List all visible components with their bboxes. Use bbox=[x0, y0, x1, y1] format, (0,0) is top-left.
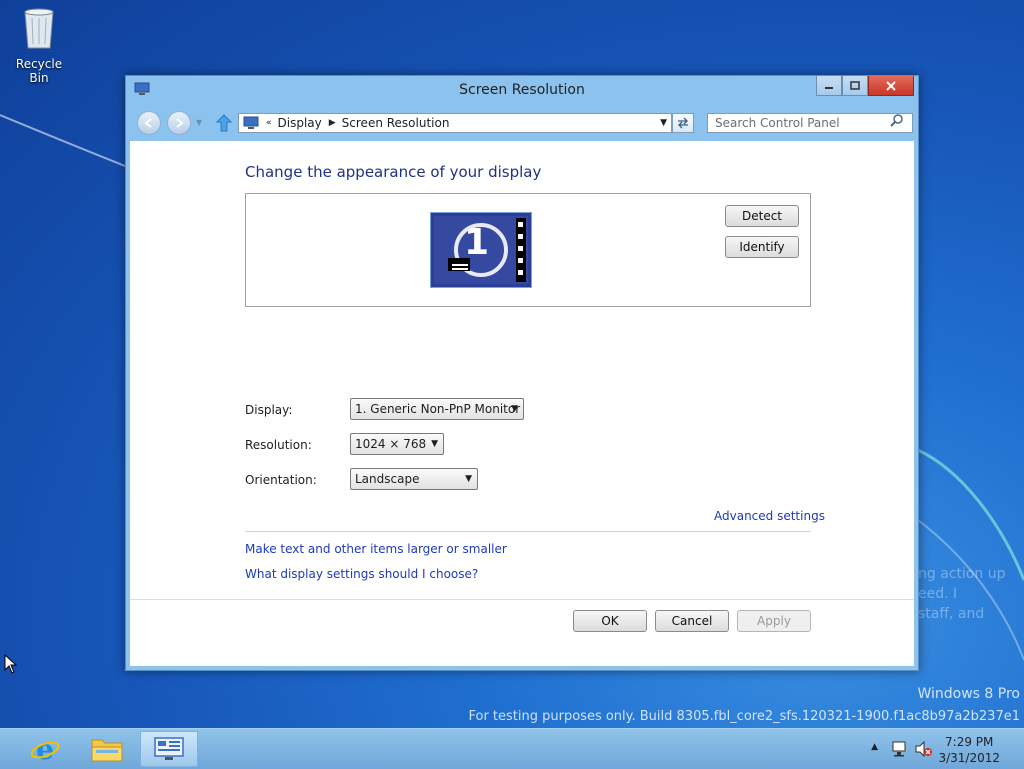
display-label: Display: bbox=[245, 403, 293, 417]
taskbar: e ▲ 7:29 PM 3/31/2012 bbox=[0, 728, 1024, 769]
monitor-arrangement-area: 1 Detect Identify bbox=[245, 193, 811, 307]
maximize-icon bbox=[850, 80, 860, 90]
text-size-link[interactable]: Make text and other items larger or smal… bbox=[245, 542, 507, 556]
clock-time: 7:29 PM bbox=[945, 735, 994, 749]
taskbar-control-panel[interactable] bbox=[140, 731, 198, 767]
breadcrumb-screen-resolution[interactable]: Screen Resolution bbox=[342, 116, 450, 130]
watermark-edition: Windows 8 Pro bbox=[917, 686, 1020, 702]
breadcrumb-display[interactable]: Display bbox=[278, 116, 322, 130]
network-icon[interactable] bbox=[890, 741, 908, 757]
recent-pages-dropdown[interactable]: ▼ bbox=[196, 118, 202, 127]
close-button[interactable] bbox=[868, 76, 914, 96]
svg-text:e: e bbox=[36, 733, 54, 765]
back-button[interactable] bbox=[137, 111, 161, 135]
resolution-select-value: 1024 × 768 bbox=[355, 437, 427, 451]
display-settings-icon bbox=[154, 737, 184, 760]
display-select[interactable]: 1. Generic Non-PnP Monitor ▼ bbox=[350, 398, 524, 420]
footer-divider bbox=[130, 599, 914, 600]
control-panel-icon bbox=[243, 116, 259, 129]
navigation-bar: ▼ « Display ▶ Screen Resolution ▼ Search… bbox=[132, 110, 913, 136]
apply-button[interactable]: Apply bbox=[737, 610, 811, 632]
notification-text: ng action up bbox=[918, 566, 1006, 582]
content-pane: Change the appearance of your display 1 … bbox=[130, 141, 914, 666]
search-icon[interactable] bbox=[890, 113, 904, 127]
address-dropdown-icon[interactable]: ▼ bbox=[660, 118, 667, 128]
chevron-down-icon: ▼ bbox=[431, 439, 438, 449]
breadcrumb-overflow[interactable]: « bbox=[266, 118, 272, 128]
ok-button[interactable]: OK bbox=[573, 610, 647, 632]
cancel-button[interactable]: Cancel bbox=[655, 610, 729, 632]
display-help-link[interactable]: What display settings should I choose? bbox=[245, 567, 478, 581]
minimize-icon bbox=[825, 86, 833, 89]
chevron-down-icon: ▼ bbox=[511, 404, 518, 414]
advanced-settings-link[interactable]: Advanced settings bbox=[714, 509, 825, 523]
forward-button[interactable] bbox=[167, 111, 191, 135]
orientation-select-value: Landscape bbox=[355, 472, 420, 486]
search-input[interactable]: Search Control Panel bbox=[707, 113, 913, 133]
orientation-label: Orientation: bbox=[245, 473, 317, 487]
recycle-bin-icon bbox=[24, 8, 54, 49]
refresh-button[interactable] bbox=[672, 113, 694, 133]
internet-explorer-icon: e bbox=[30, 733, 60, 765]
screen-resolution-window: Screen Resolution ▼ « Display ▶ Screen R… bbox=[125, 75, 919, 671]
display-select-value: 1. Generic Non-PnP Monitor bbox=[355, 402, 521, 416]
folder-icon bbox=[91, 739, 123, 762]
identify-button[interactable]: Identify bbox=[725, 236, 799, 258]
recycle-bin-label: Recycle Bin bbox=[15, 57, 63, 85]
arrow-left-icon bbox=[144, 118, 152, 128]
monitor-number: 1 bbox=[464, 222, 490, 263]
taskbar-internet-explorer[interactable]: e bbox=[16, 731, 74, 767]
maximize-button[interactable] bbox=[842, 76, 868, 96]
detect-button[interactable]: Detect bbox=[725, 205, 799, 227]
title-bar[interactable]: Screen Resolution bbox=[126, 76, 918, 104]
resolution-select[interactable]: 1024 × 768 ▼ bbox=[350, 433, 444, 455]
page-heading: Change the appearance of your display bbox=[245, 163, 542, 181]
clock[interactable]: 7:29 PM 3/31/2012 bbox=[938, 734, 1000, 766]
close-icon bbox=[886, 80, 896, 91]
chevron-down-icon: ▼ bbox=[465, 474, 472, 484]
clock-date: 3/31/2012 bbox=[938, 751, 1000, 765]
divider bbox=[245, 531, 811, 532]
show-hidden-icons-icon[interactable]: ▲ bbox=[871, 742, 878, 752]
minimize-button[interactable] bbox=[816, 76, 842, 96]
mouse-pointer-icon bbox=[4, 654, 18, 674]
window-controls bbox=[816, 76, 914, 96]
resolution-label: Resolution: bbox=[245, 438, 312, 452]
notification-text: eed. I bbox=[918, 586, 958, 602]
refresh-icon bbox=[678, 117, 688, 129]
arrow-right-icon bbox=[176, 118, 184, 128]
address-bar[interactable]: « Display ▶ Screen Resolution ▼ bbox=[238, 113, 672, 133]
speaker-muted-icon[interactable] bbox=[914, 741, 932, 757]
up-arrow-icon[interactable] bbox=[216, 114, 232, 132]
recycle-bin[interactable]: Recycle Bin bbox=[6, 6, 72, 85]
breadcrumb-separator-icon[interactable]: ▶ bbox=[329, 118, 336, 128]
notification-text: staff, and bbox=[918, 606, 985, 622]
orientation-select[interactable]: Landscape ▼ bbox=[350, 468, 478, 490]
taskbar-file-explorer[interactable] bbox=[78, 731, 136, 767]
window-title: Screen Resolution bbox=[459, 82, 585, 98]
watermark-build: For testing purposes only. Build 8305.fb… bbox=[468, 709, 1020, 724]
